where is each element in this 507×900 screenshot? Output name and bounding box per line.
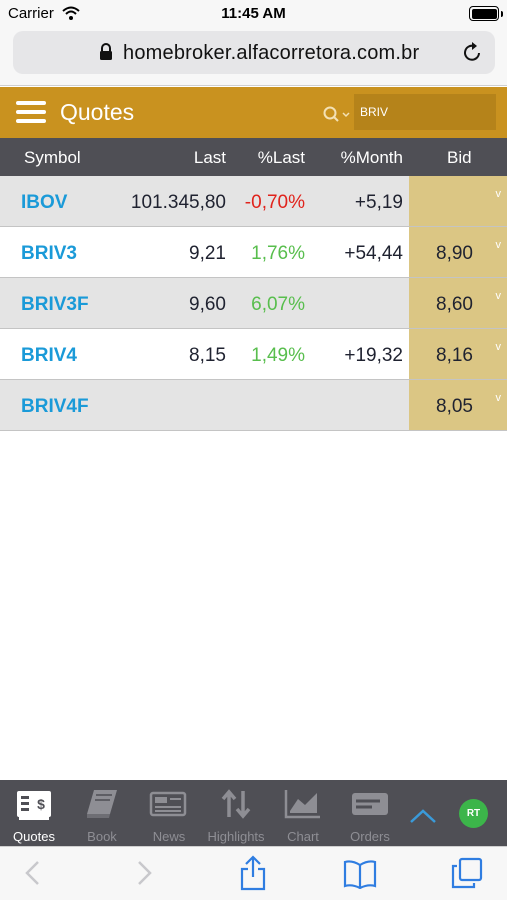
row-bid-cell[interactable]: 8,16 v	[409, 329, 507, 379]
quotes-table: IBOV 101.345,80 -0,70% +5,19 v BRIV3 9,2…	[0, 176, 507, 431]
realtime-badge[interactable]: RT	[459, 799, 488, 828]
row-bid: 8,05	[436, 396, 473, 417]
column-header-pct-last[interactable]: %Last	[258, 148, 305, 168]
url-text: homebroker.alfacorretora.com.br	[123, 42, 420, 64]
table-row[interactable]: IBOV 101.345,80 -0,70% +5,19 v	[0, 176, 507, 227]
nav-label: Book	[87, 829, 117, 844]
row-bid-cell[interactable]: 8,60 v	[409, 278, 507, 328]
row-bid: 8,90	[436, 243, 473, 264]
nav-label: News	[152, 829, 186, 844]
browser-top-bar: homebroker.alfacorretora.com.br	[0, 28, 507, 86]
forward-arrow-icon[interactable]	[135, 859, 153, 887]
svg-text:$: $	[37, 796, 45, 812]
row-last: 101.345,80	[130, 192, 226, 213]
reload-icon[interactable]	[461, 41, 483, 63]
book-icon	[87, 790, 117, 818]
battery-icon	[469, 6, 499, 21]
orders-icon	[352, 793, 388, 815]
chevron-down-icon[interactable]: v	[496, 341, 502, 353]
news-icon	[149, 791, 187, 817]
chevron-down-icon[interactable]: v	[496, 239, 502, 251]
row-symbol[interactable]: BRIV3F	[21, 294, 89, 316]
status-bar: Carrier 11:45 AM	[0, 0, 507, 28]
row-pct-last: 1,49%	[251, 345, 305, 366]
row-symbol[interactable]: BRIV3	[21, 243, 77, 265]
row-last: 9,21	[189, 243, 226, 264]
table-row[interactable]: BRIV4F 8,05 v	[0, 380, 507, 431]
row-last: 9,60	[189, 294, 226, 315]
caret-up-icon[interactable]	[409, 808, 437, 824]
table-row[interactable]: BRIV4 8,15 1,49% +19,32 8,16 v	[0, 329, 507, 380]
bookmarks-icon[interactable]	[342, 859, 378, 889]
table-row[interactable]: BRIV3F 9,60 6,07% 8,60 v	[0, 278, 507, 329]
chart-icon	[284, 790, 320, 819]
row-bid-cell[interactable]: v	[409, 176, 507, 226]
tabs-icon[interactable]	[451, 857, 483, 889]
column-header-last[interactable]: Last	[194, 148, 226, 168]
row-last: 8,15	[189, 345, 226, 366]
row-pct-last: 1,76%	[251, 243, 305, 264]
row-symbol[interactable]: BRIV4F	[21, 396, 89, 418]
nav-item-book[interactable]: Book	[72, 780, 132, 846]
nav-item-orders[interactable]: Orders	[340, 780, 400, 846]
chevron-down-icon[interactable]: v	[496, 290, 502, 302]
hamburger-menu-icon[interactable]	[16, 101, 46, 123]
nav-item-highlights[interactable]: Highlights	[204, 780, 268, 846]
row-pct-month: +19,32	[344, 345, 403, 366]
nav-label: Quotes	[13, 829, 55, 844]
row-pct-last: 6,07%	[251, 294, 305, 315]
search-icon[interactable]	[322, 105, 352, 123]
column-header-bid[interactable]: Bid	[447, 148, 472, 168]
nav-label: Chart	[287, 829, 319, 844]
row-bid-cell[interactable]: 8,05 v	[409, 380, 507, 430]
nav-label: Highlights	[207, 829, 265, 844]
address-bar[interactable]: homebroker.alfacorretora.com.br	[13, 31, 495, 74]
chevron-down-icon[interactable]: v	[496, 392, 502, 404]
table-header: Symbol Last %Last %Month Bid	[0, 138, 507, 176]
row-pct-month: +54,44	[344, 243, 403, 264]
browser-bottom-toolbar	[0, 846, 507, 900]
app-header: Quotes	[0, 87, 507, 138]
row-symbol[interactable]: BRIV4	[21, 345, 77, 367]
column-header-pct-month[interactable]: %Month	[341, 148, 403, 168]
nav-label: Orders	[350, 829, 390, 844]
chevron-down-icon[interactable]: v	[496, 188, 502, 200]
lock-icon	[100, 43, 112, 60]
column-header-symbol[interactable]: Symbol	[24, 148, 81, 168]
back-arrow-icon[interactable]	[24, 859, 42, 887]
row-bid: 8,16	[436, 345, 473, 366]
nav-item-news[interactable]: News	[139, 780, 199, 846]
row-bid: 8,60	[436, 294, 473, 315]
row-pct-month: +5,19	[354, 192, 403, 213]
row-pct-last: -0,70%	[244, 192, 305, 213]
row-symbol[interactable]: IBOV	[21, 192, 67, 214]
share-icon[interactable]	[238, 855, 268, 891]
nav-item-quotes[interactable]: $ Quotes	[4, 780, 64, 846]
nav-item-chart[interactable]: Chart	[273, 780, 333, 846]
row-bid-cell[interactable]: 8,90 v	[409, 227, 507, 277]
highlights-icon	[221, 789, 251, 819]
page-title: Quotes	[60, 99, 135, 125]
status-time: 11:45 AM	[221, 5, 286, 22]
symbol-search-input[interactable]	[354, 94, 496, 130]
table-row[interactable]: BRIV3 9,21 1,76% +54,44 8,90 v	[0, 227, 507, 278]
quotes-icon: $	[17, 791, 51, 820]
